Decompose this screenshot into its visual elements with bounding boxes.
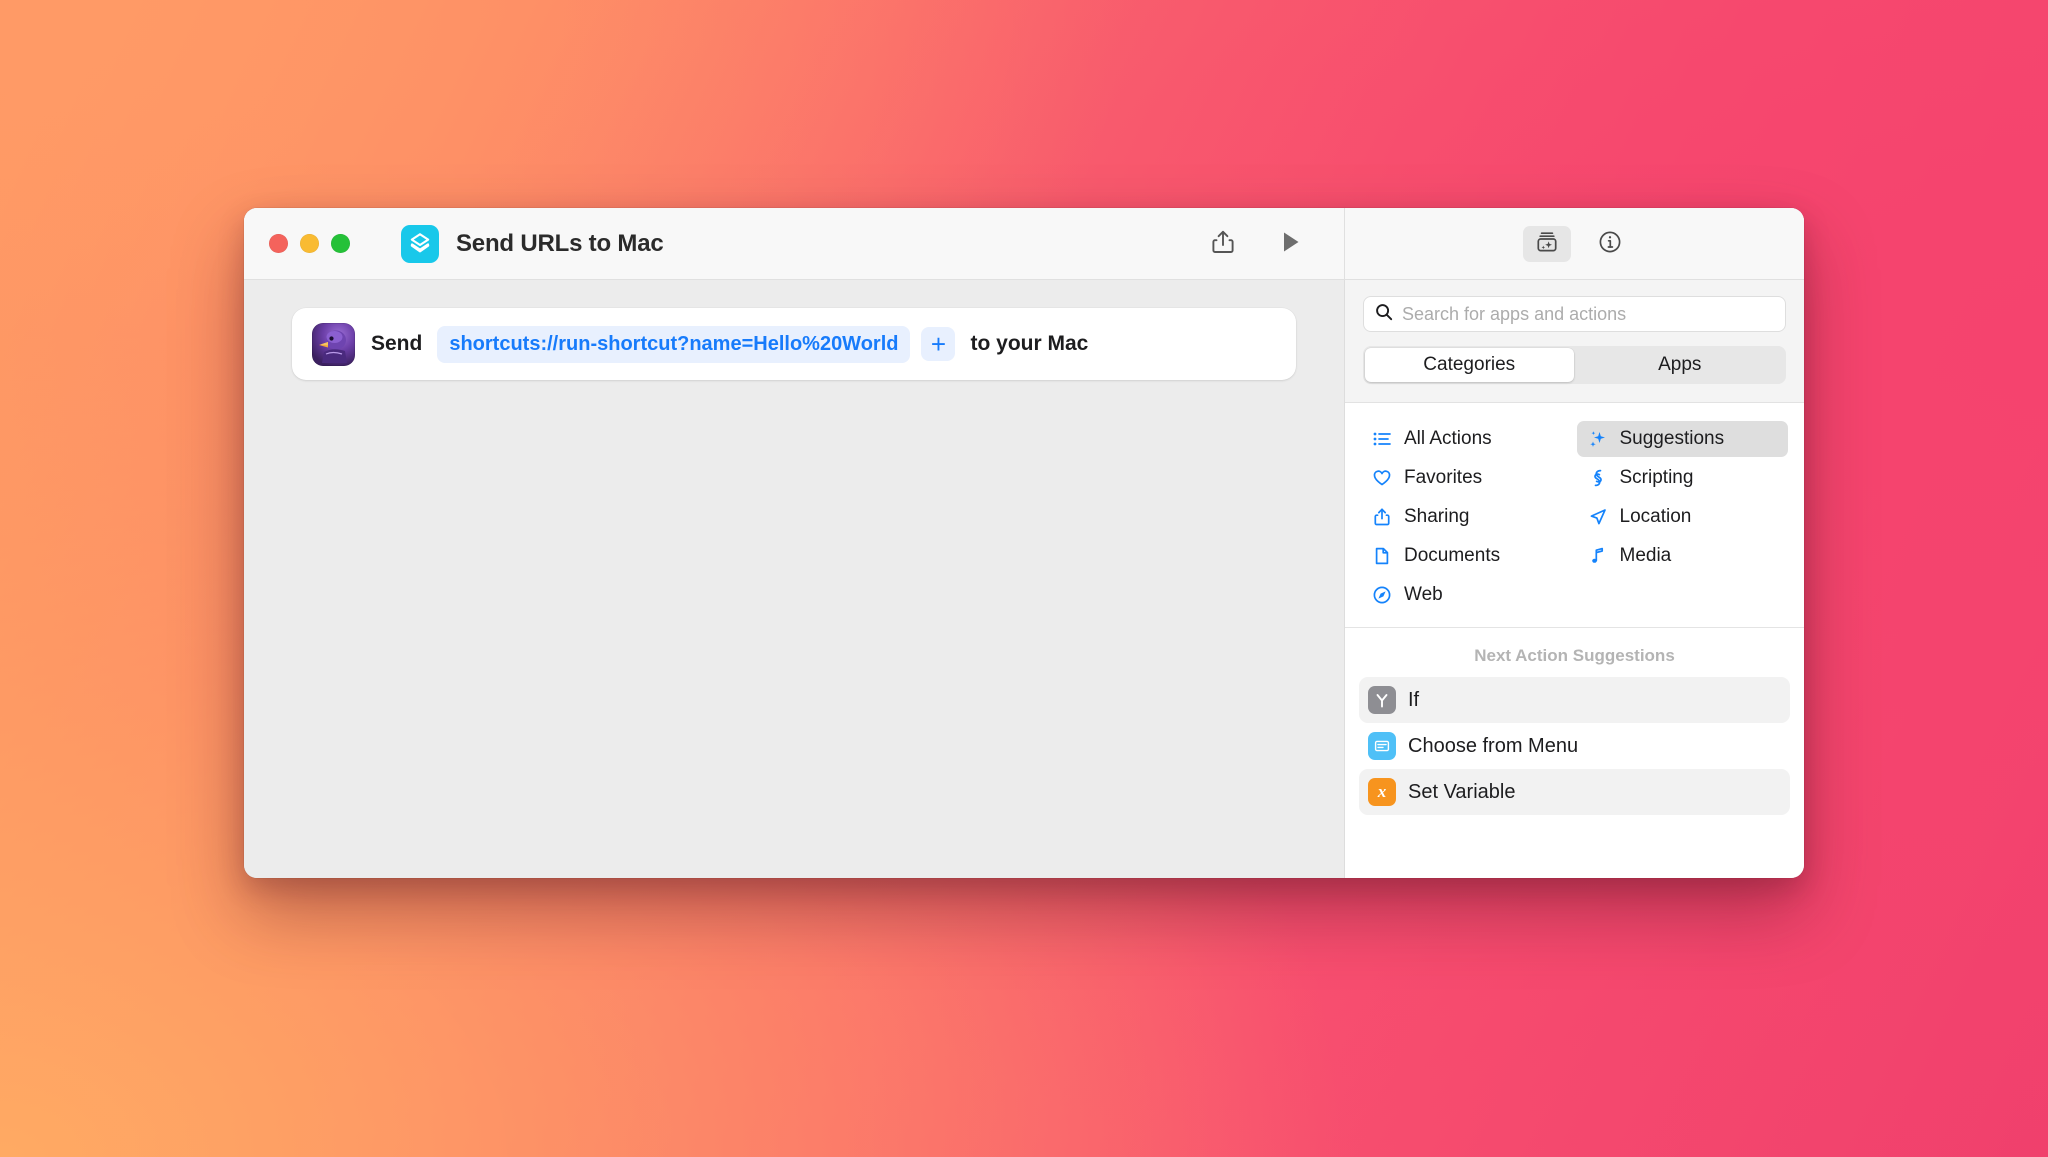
- action-library-icon: [1534, 229, 1560, 258]
- window-body: Send shortcuts://run-shortcut?name=Hello…: [244, 280, 1804, 878]
- info-button[interactable]: [1593, 227, 1627, 261]
- suggestion-item-if[interactable]: If: [1359, 677, 1790, 723]
- category-label: Suggestions: [1619, 428, 1725, 449]
- category-item-suggestions[interactable]: Suggestions: [1576, 421, 1788, 457]
- url-parameter-field[interactable]: shortcuts://run-shortcut?name=Hello%20Wo…: [437, 325, 911, 363]
- share-button[interactable]: [1206, 227, 1240, 261]
- minimize-button[interactable]: [300, 234, 319, 253]
- category-label: All Actions: [1404, 428, 1492, 449]
- category-label: Scripting: [1619, 467, 1694, 488]
- action-library-sidebar: Search for apps and actions Categories A…: [1345, 280, 1804, 878]
- list-bullet-icon: [1371, 428, 1393, 450]
- next-action-suggestions-header: Next Action Suggestions: [1474, 646, 1675, 665]
- variable-x-icon: x: [1368, 778, 1396, 806]
- editor-toolbar: [1206, 227, 1344, 261]
- suggestion-item-set-variable[interactable]: x Set Variable: [1359, 769, 1790, 815]
- search-input[interactable]: Search for apps and actions: [1363, 296, 1786, 332]
- search-icon: [1375, 303, 1393, 326]
- suggestion-label: Choose from Menu: [1408, 734, 1579, 757]
- document-icon: [1371, 545, 1393, 567]
- action-library-button[interactable]: [1522, 225, 1571, 262]
- category-item-documents[interactable]: Documents: [1361, 538, 1573, 574]
- shortcuts-window: Send URLs to Mac Send shortcuts://run-sh…: [244, 208, 1804, 878]
- category-item-web[interactable]: Web: [1361, 577, 1573, 613]
- categories-grid: All Actions Suggestions Favorites Script…: [1345, 403, 1804, 628]
- tab-categories[interactable]: Categories: [1365, 348, 1574, 382]
- category-label: Location: [1619, 506, 1692, 527]
- titlebar-editor-section: Send URLs to Mac: [244, 208, 1345, 279]
- if-branch-icon: [1368, 686, 1396, 714]
- action-suffix-label: to your Mac: [970, 332, 1089, 355]
- titlebar: Send URLs to Mac: [244, 208, 1804, 280]
- play-icon: [1280, 230, 1302, 257]
- library-mode-segmented-control: Categories Apps: [1363, 346, 1786, 384]
- category-item-favorites[interactable]: Favorites: [1361, 460, 1573, 496]
- category-label: Media: [1619, 545, 1672, 566]
- close-button[interactable]: [269, 234, 288, 253]
- suggestion-label: Set Variable: [1408, 780, 1516, 803]
- menu-card-icon: [1368, 732, 1396, 760]
- tab-apps[interactable]: Apps: [1576, 348, 1785, 382]
- action-card-send-urls-to-mac[interactable]: Send shortcuts://run-shortcut?name=Hello…: [292, 308, 1296, 380]
- info-icon: [1597, 229, 1623, 258]
- add-variable-button[interactable]: +: [921, 327, 956, 361]
- shortcut-canvas: Send shortcuts://run-shortcut?name=Hello…: [244, 280, 1345, 878]
- search-placeholder: Search for apps and actions: [1402, 303, 1627, 324]
- share-icon: [1371, 506, 1393, 528]
- traffic-lights: [269, 234, 350, 253]
- window-title: Send URLs to Mac: [456, 229, 664, 257]
- variable-x-glyph: x: [1377, 782, 1387, 801]
- suggestion-item-choose-from-menu[interactable]: Choose from Menu: [1359, 723, 1790, 769]
- share-icon: [1211, 229, 1235, 258]
- category-item-all-actions[interactable]: All Actions: [1361, 421, 1573, 457]
- category-item-media[interactable]: Media: [1577, 538, 1789, 574]
- music-note-icon: [1587, 545, 1609, 567]
- category-label: Favorites: [1404, 467, 1483, 488]
- category-label: Sharing: [1404, 506, 1470, 527]
- heart-icon: [1371, 467, 1393, 489]
- suggestion-label: If: [1408, 688, 1420, 711]
- maximize-button[interactable]: [331, 234, 350, 253]
- category-label: Web: [1404, 584, 1443, 605]
- action-prefix-label: Send: [371, 332, 423, 355]
- shortcuts-layers-icon: [401, 224, 439, 263]
- category-item-location[interactable]: Location: [1577, 499, 1789, 535]
- sparkles-icon: [1587, 428, 1609, 450]
- next-action-suggestions-section: Next Action Suggestions If Choose from M…: [1345, 628, 1804, 878]
- titlebar-library-section: [1345, 208, 1804, 279]
- script-icon: [1587, 467, 1609, 489]
- sidebar-search-section: Search for apps and actions Categories A…: [1345, 280, 1804, 403]
- navigation-icon: [1587, 506, 1609, 528]
- category-item-scripting[interactable]: Scripting: [1577, 460, 1789, 496]
- category-item-sharing[interactable]: Sharing: [1361, 499, 1573, 535]
- compass-icon: [1371, 584, 1393, 606]
- category-label: Documents: [1404, 545, 1501, 566]
- run-button[interactable]: [1274, 227, 1308, 261]
- duck-avatar-icon: [312, 322, 355, 366]
